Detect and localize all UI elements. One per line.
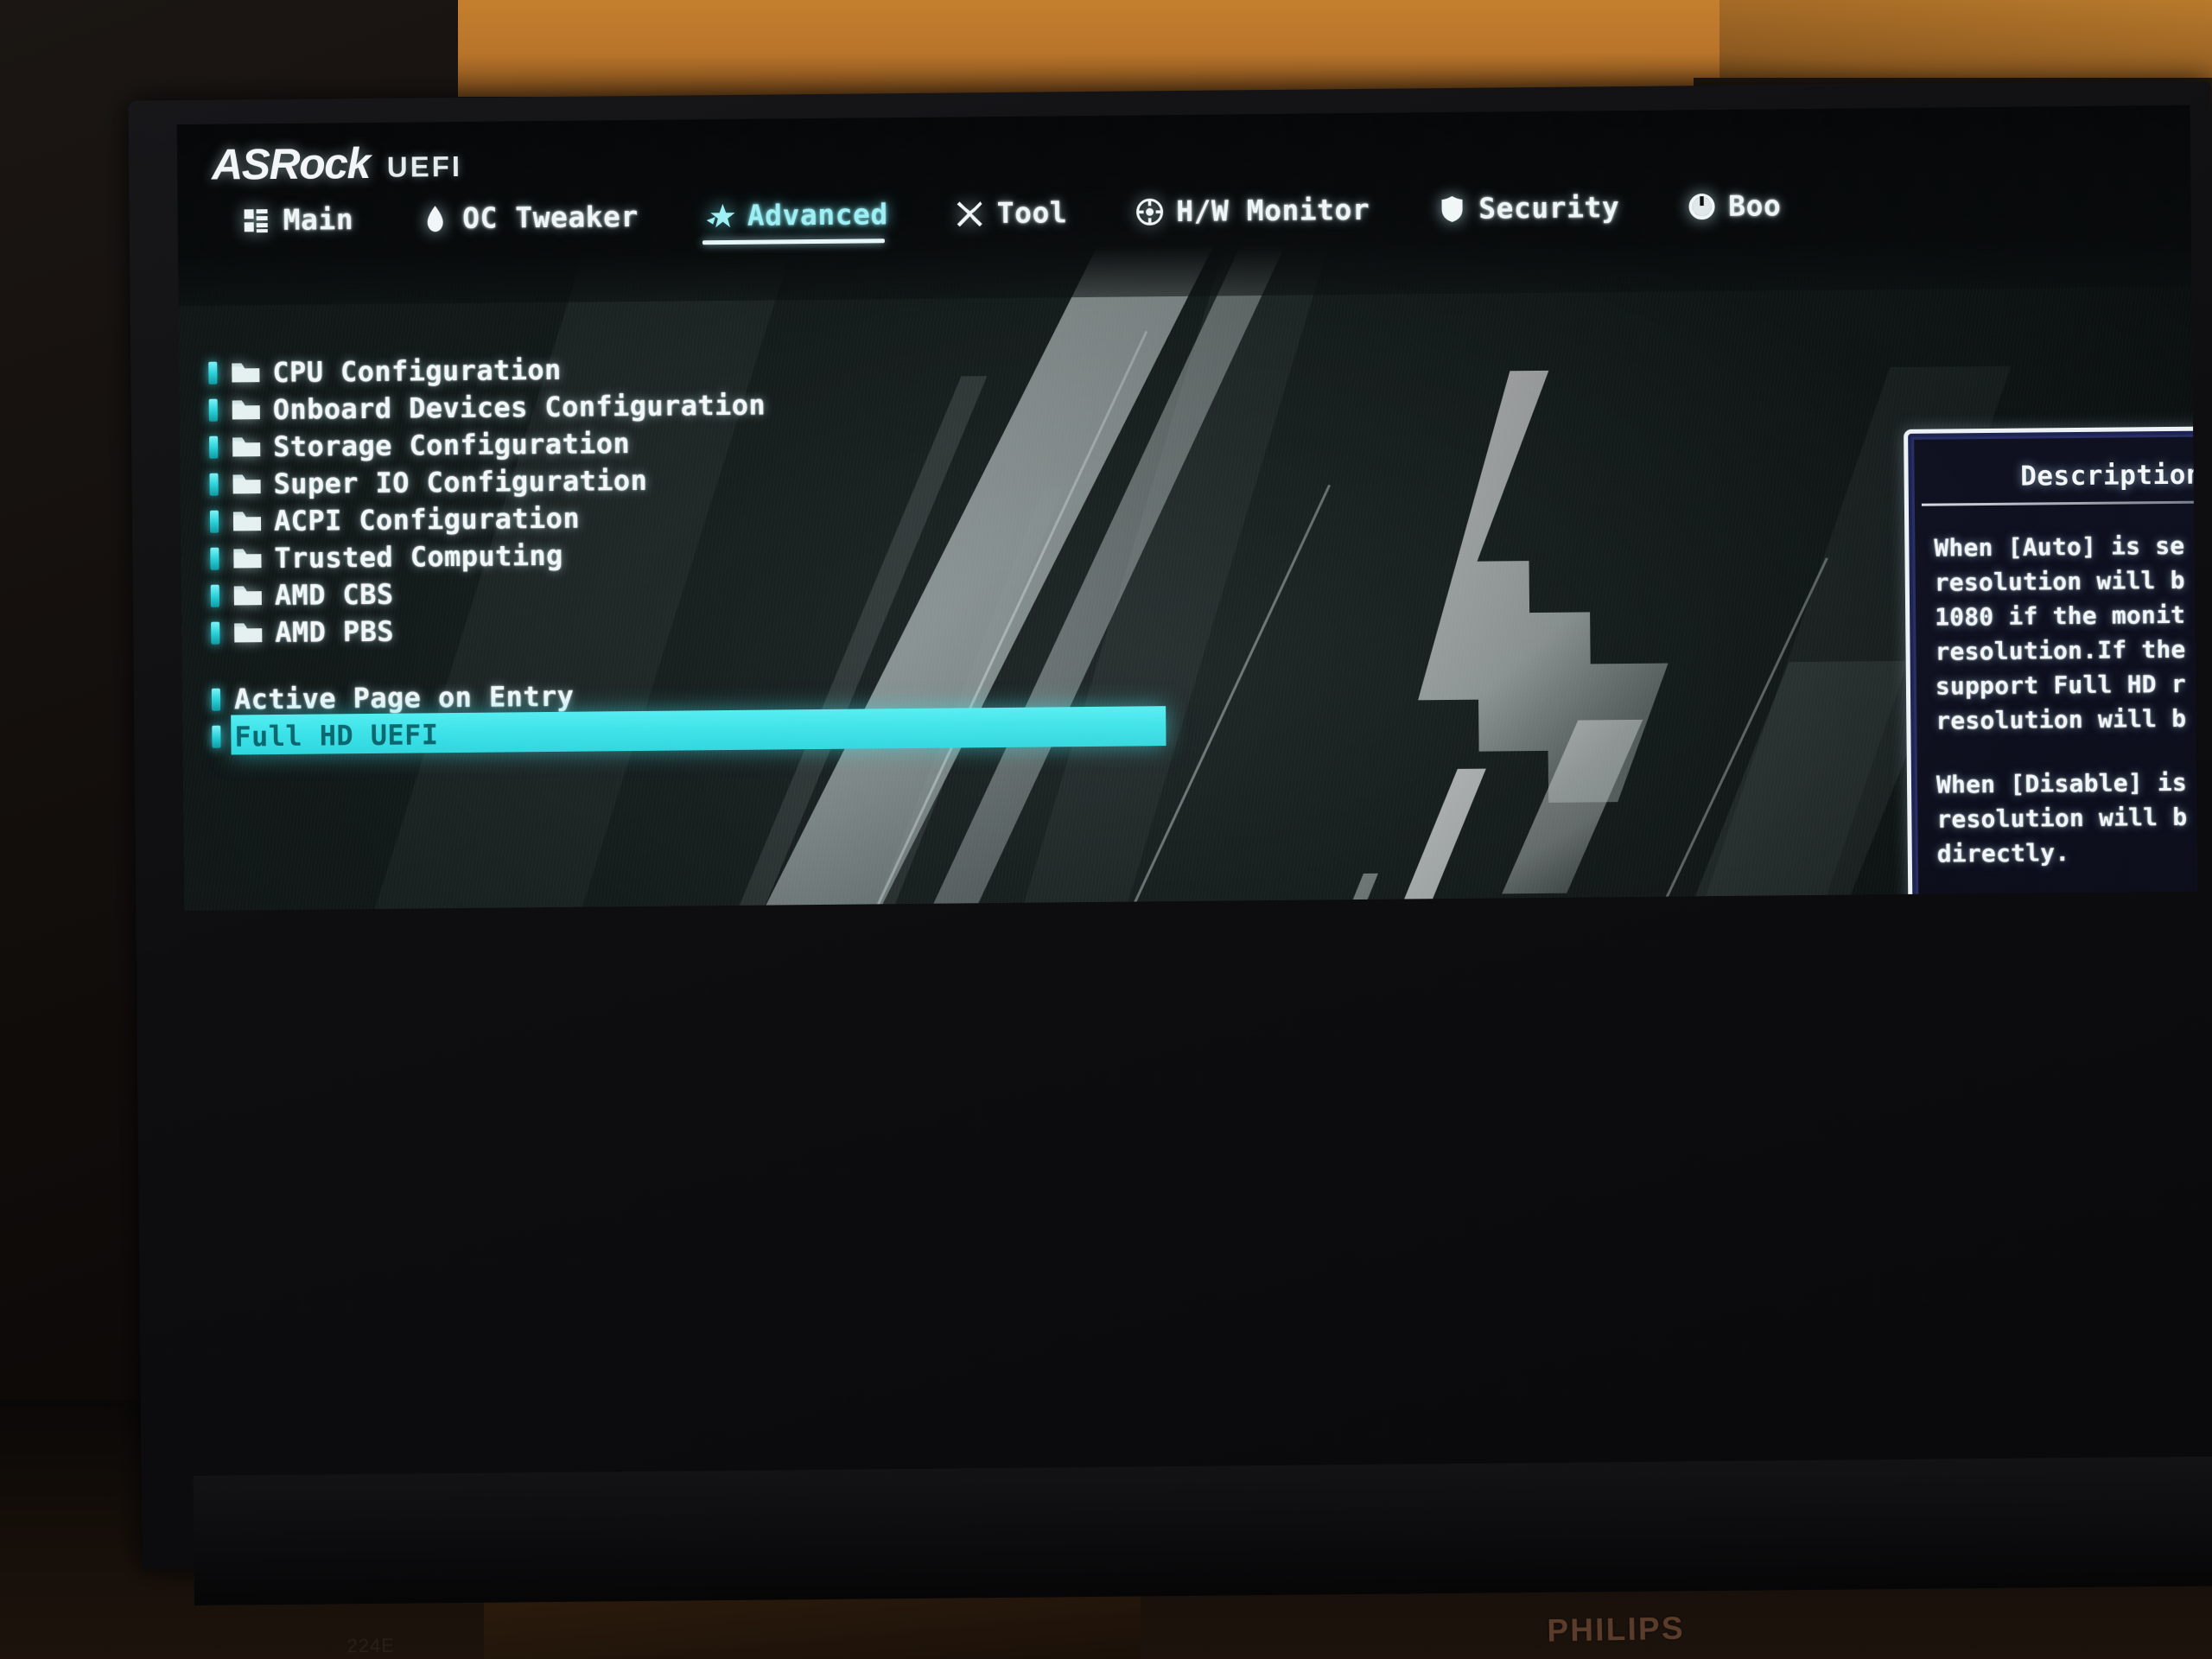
setting-label: Active Page on Entry [233,679,575,715]
menu-item-label: ACPI Configuration [273,501,581,537]
nav-active-underline [702,238,886,245]
uefi-header: ASRock UEFI Main OC Tweaker Advanced Too… [176,105,2198,307]
folder-icon [232,547,262,569]
shield-icon [1437,194,1466,223]
star-icon [706,200,735,230]
folder-icon [233,584,263,607]
crosshair-icon [1135,197,1164,226]
folder-icon [232,473,261,495]
power-icon [1687,191,1716,220]
nav-tab-advanced-label: Advanced [747,197,888,232]
item-marker [209,473,219,496]
description-line: resolution.If the [1935,634,2186,666]
item-marker [210,547,219,570]
nav-tab-main-label: Main [283,202,354,237]
folder-icon [232,435,261,458]
menu-item-label: AMD CBS [274,577,394,612]
item-marker [209,435,219,459]
description-line: 1080 if the monit [1935,600,2186,632]
item-marker [211,621,220,645]
folder-icon [232,398,261,421]
menu-item-label: Storage Configuration [272,426,631,463]
description-line: resolution will b [1936,703,2187,735]
folder-icon [232,510,262,532]
wrench-icon [956,199,985,228]
item-marker [208,398,218,422]
description-title: Description [2020,459,2198,493]
philips-logo: PHILIPS [1547,1610,1686,1649]
description-divider [1921,499,2198,506]
nav-tab-security-label: Security [1478,190,1620,226]
nav-tab-oc-tweaker[interactable]: OC Tweaker [421,196,639,244]
nav-tab-hw-monitor-label: H/W Monitor [1176,192,1370,228]
background-wood-panel [458,0,1737,97]
nav-tab-security[interactable]: Security [1437,187,1619,234]
setting-label: Full HD UEFI [234,717,439,753]
photo-scene: PHILIPS 224E ASRock UEFI Main OC Tweaker… [0,0,2212,1659]
nav-tab-boot[interactable]: Boo [1687,185,1782,232]
folder-icon [233,621,263,644]
nav-tab-oc-tweaker-label: OC Tweaker [461,199,639,235]
monitor-screen: ASRock UEFI Main OC Tweaker Advanced Too… [176,105,2198,912]
description-panel: Description When [Auto] is se resolution… [1904,425,2198,912]
uefi-setup-utility: ASRock UEFI Main OC Tweaker Advanced Too… [176,105,2198,912]
monitor-bezel-bottom [193,1456,2212,1605]
description-line: directly. [1936,838,2070,868]
brand-logo: ASRock UEFI [211,138,463,189]
grid-icon [242,206,271,235]
brand-suffix: UEFI [386,149,463,183]
flame-icon [421,204,450,233]
item-marker [210,584,219,607]
description-line: support Full HD r [1935,669,2187,701]
brand-name: ASRock [211,138,371,189]
item-marker [212,725,221,748]
nav-tab-tool[interactable]: Tool [956,192,1068,238]
item-marker [211,688,221,711]
nav-tab-hw-monitor[interactable]: H/W Monitor [1135,189,1370,238]
nav-tab-boot-label: Boo [1728,188,1782,223]
menu-item-label: CPU Configuration [272,353,562,389]
menu-item-label: Super IO Configuration [273,463,648,500]
advanced-menu-list: CPU Configuration Onboard Devices Config… [200,343,1326,755]
menu-item-label: Trusted Computing [274,538,563,575]
description-body: When [Auto] is se resolution will b 1080… [1934,527,2197,911]
description-line: resolution will b [1934,565,2185,597]
monitor: PHILIPS 224E ASRock UEFI Main OC Tweaker… [128,80,2212,1656]
nav-tab-advanced[interactable]: Advanced [702,194,888,245]
folder-icon [231,361,260,384]
description-line: resolution will b [1936,802,2188,834]
monitor-model-label: 224E [346,1634,396,1657]
item-marker [208,361,218,385]
menu-item-label: Onboard Devices Configuration [272,388,766,426]
menu-item-label: AMD PBS [275,614,395,649]
nav-tab-tool-label: Tool [996,195,1068,230]
main-navigation: Main OC Tweaker Advanced Tool H/W Monito… [241,185,1848,246]
description-line: When [Disable] is [1936,767,2188,799]
item-marker [209,510,219,533]
nav-tab-main[interactable]: Main [241,199,353,245]
description-panel-inner: Description When [Auto] is se resolution… [1911,433,2198,912]
description-line: When [Auto] is se [1934,531,2185,563]
